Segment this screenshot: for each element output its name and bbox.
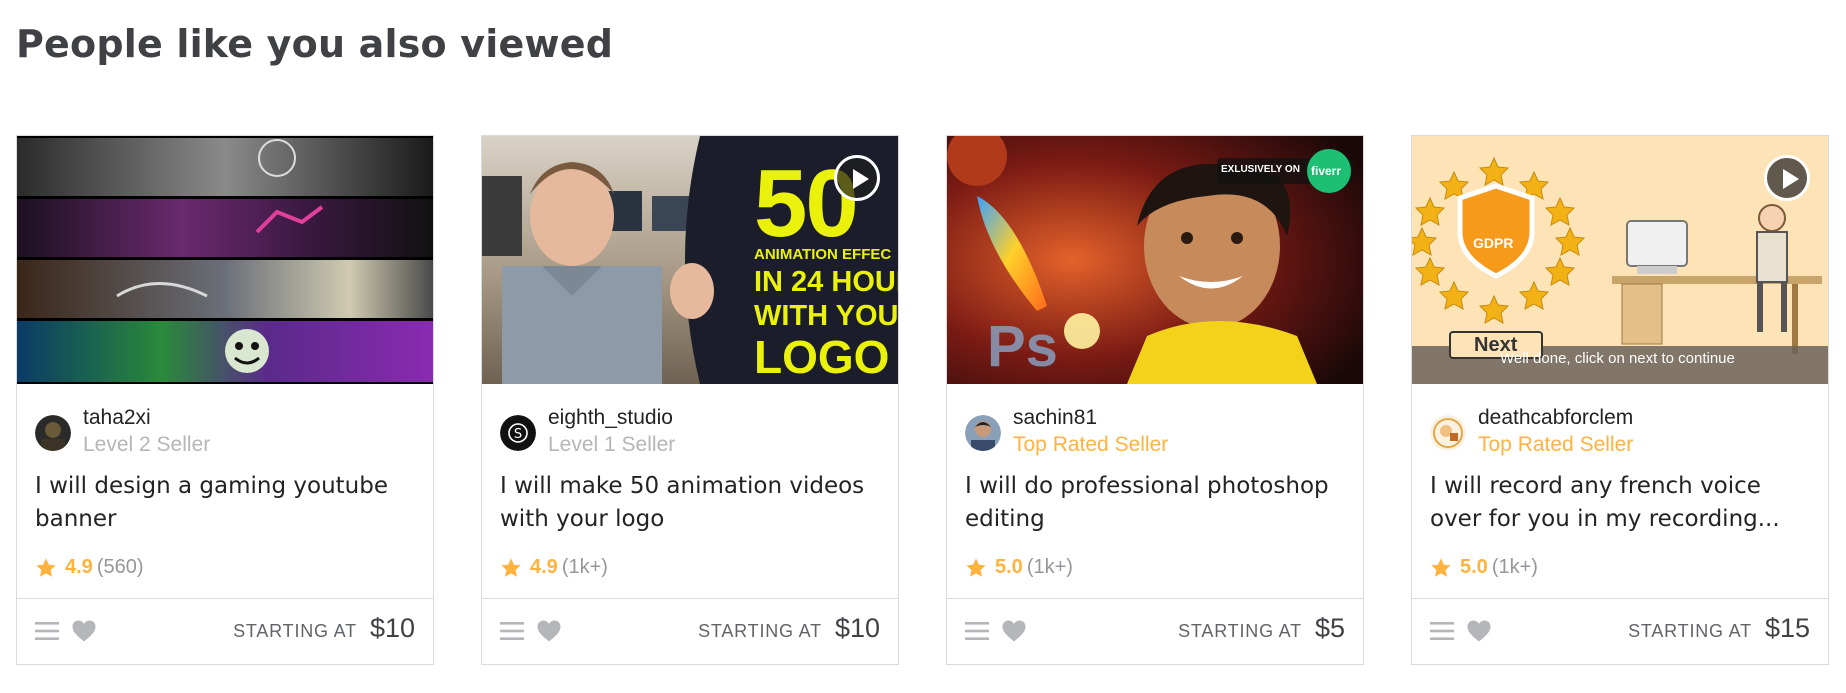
starting-at-label: STARTING AT (233, 621, 357, 641)
price: $10 (834, 613, 880, 643)
gig-title[interactable]: I will make 50 animation videos with you… (500, 470, 885, 536)
gig-card[interactable]: 50 ANIMATION EFFEC IN 24 HOUR WITH YOU L… (481, 135, 899, 665)
gig-rating: 4.9 (560) (35, 556, 144, 579)
rating-value: 5.0 (1460, 556, 1488, 578)
photoshop-editing-image: Ps (947, 136, 1363, 384)
star-icon (501, 557, 521, 577)
seller-avatar[interactable] (35, 415, 71, 451)
seller-level: Top Rated Seller (1478, 433, 1634, 456)
gig-card[interactable]: taha2xi Level 2 Seller I will design a g… (16, 135, 434, 665)
seller-avatar[interactable]: S (500, 415, 536, 451)
gig-card[interactable]: GDPR Next Well done, click on next to co… (1411, 135, 1829, 665)
collections-menu-icon[interactable] (500, 620, 524, 642)
gig-thumbnail[interactable]: 50 ANIMATION EFFEC IN 24 HOUR WITH YOU L… (482, 136, 898, 384)
thumb-overlay-text: GDPR (1473, 235, 1514, 251)
rating-count: (1k+) (561, 556, 608, 578)
star-icon (36, 557, 56, 577)
play-video-icon[interactable] (834, 155, 880, 201)
heart-icon[interactable] (1001, 619, 1027, 643)
rating-count: (1k+) (1491, 556, 1538, 578)
rating-count: (560) (96, 556, 144, 578)
seller-info: sachin81 Top Rated Seller (965, 404, 1168, 458)
svg-text:S: S (514, 427, 522, 442)
thumb-overlay-text: EXLUSIVELY ON (1221, 164, 1300, 175)
rating-value: 4.9 (530, 556, 558, 578)
svg-text:Ps: Ps (987, 314, 1058, 379)
thumb-overlay-text: LOGO (754, 331, 890, 383)
gig-title[interactable]: I will do professional photoshop editing (965, 470, 1350, 536)
seller-level: Top Rated Seller (1013, 433, 1169, 456)
price-box[interactable]: STARTING AT $10 (698, 613, 880, 644)
play-video-icon[interactable] (1764, 155, 1810, 201)
gig-rating: 5.0 (1k+) (1430, 556, 1538, 579)
seller-info: deathcabforclem Top Rated Seller (1430, 404, 1633, 458)
gig-rating: 5.0 (1k+) (965, 556, 1073, 579)
card-footer: STARTING AT $15 (1412, 598, 1828, 664)
seller-info: S eighth_studio Level 1 Seller (500, 404, 675, 458)
seller-name[interactable]: taha2xi (83, 404, 210, 431)
gig-thumbnail[interactable]: GDPR Next Well done, click on next to co… (1412, 136, 1828, 384)
star-icon (1431, 557, 1451, 577)
thumb-overlay-text: ANIMATION EFFEC (754, 246, 892, 263)
collections-menu-icon[interactable] (35, 620, 59, 642)
gig-rating: 4.9 (1k+) (500, 556, 608, 579)
rating-value: 4.9 (65, 556, 93, 578)
seller-avatar[interactable] (965, 415, 1001, 451)
starting-at-label: STARTING AT (698, 621, 822, 641)
heart-icon[interactable] (71, 619, 97, 643)
gig-thumbnail[interactable]: Ps EXLUSIVELY ON fiverr (947, 136, 1363, 384)
seller-name[interactable]: eighth_studio (548, 404, 675, 431)
gaming-banner-image (17, 136, 433, 384)
gig-card-list: taha2xi Level 2 Seller I will design a g… (16, 135, 1829, 665)
rating-value: 5.0 (995, 556, 1023, 578)
gig-title[interactable]: I will design a gaming youtube banner (35, 470, 420, 536)
price-box[interactable]: STARTING AT $10 (233, 613, 415, 644)
price: $15 (1764, 613, 1810, 643)
card-footer: STARTING AT $5 (947, 598, 1363, 664)
seller-avatar[interactable] (1430, 415, 1466, 451)
collections-menu-icon[interactable] (1430, 620, 1454, 642)
thumb-caption: Well done, click on next to continue (1500, 350, 1735, 367)
seller-name[interactable]: sachin81 (1013, 404, 1168, 431)
star-icon (966, 557, 986, 577)
price: $10 (369, 613, 415, 643)
price-box[interactable]: STARTING AT $5 (1178, 613, 1345, 644)
heart-icon[interactable] (536, 619, 562, 643)
seller-level: Level 2 Seller (83, 433, 211, 456)
starting-at-label: STARTING AT (1178, 621, 1302, 641)
rating-count: (1k+) (1026, 556, 1073, 578)
card-footer: STARTING AT $10 (17, 598, 433, 664)
seller-level: Level 1 Seller (548, 433, 676, 456)
thumb-overlay-text: IN 24 HOUR (754, 266, 898, 298)
section-title: People like you also viewed (16, 22, 614, 66)
seller-info: taha2xi Level 2 Seller (35, 404, 210, 458)
collections-menu-icon[interactable] (965, 620, 989, 642)
gig-thumbnail[interactable] (17, 136, 433, 384)
fiverr-logo-text: fiverr (1311, 164, 1342, 178)
gig-card[interactable]: Ps EXLUSIVELY ON fiverr sachin81 Top Rat… (946, 135, 1364, 665)
seller-name[interactable]: deathcabforclem (1478, 404, 1633, 431)
heart-icon[interactable] (1466, 619, 1492, 643)
thumb-overlay-text: WITH YOU (754, 300, 898, 332)
starting-at-label: STARTING AT (1628, 621, 1752, 641)
card-footer: STARTING AT $10 (482, 598, 898, 664)
price-box[interactable]: STARTING AT $15 (1628, 613, 1810, 644)
gig-title[interactable]: I will record any french voice over for … (1430, 470, 1815, 536)
price: $5 (1314, 613, 1345, 643)
